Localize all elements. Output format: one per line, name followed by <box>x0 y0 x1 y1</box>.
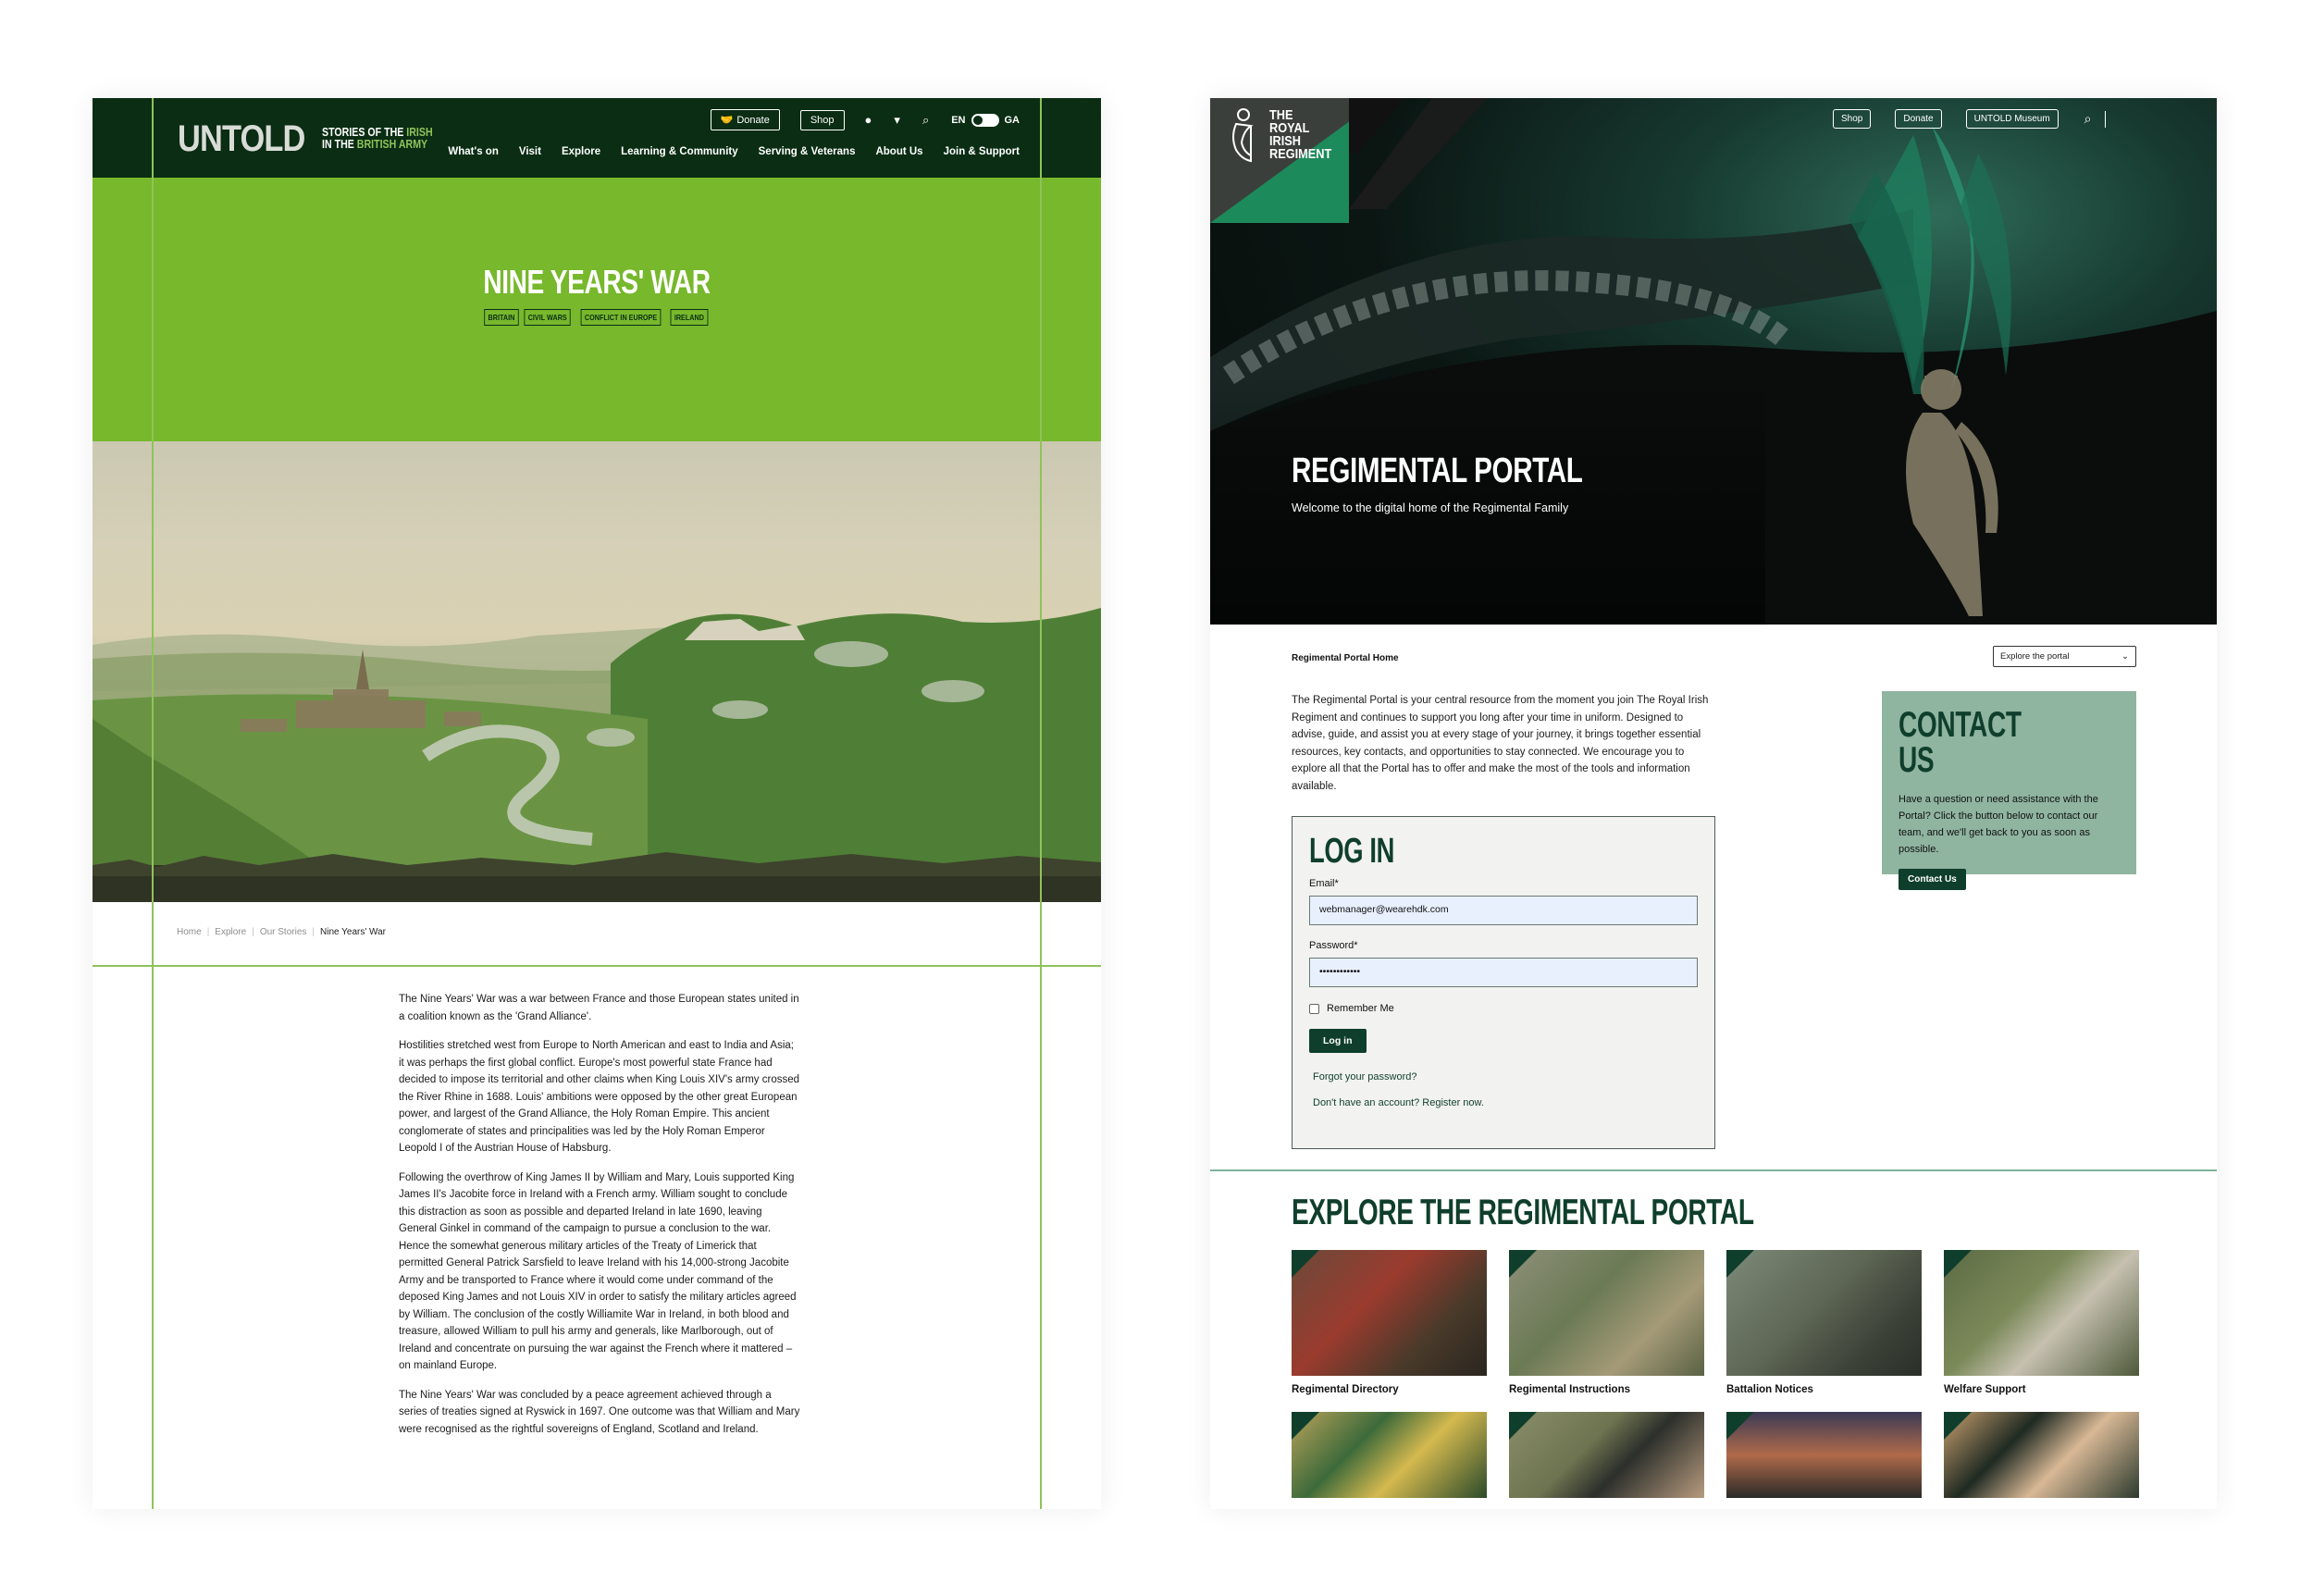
tile-image <box>1726 1412 1922 1498</box>
page-title: REGIMENTAL PORTAL <box>1292 452 1583 490</box>
breadcrumb-home[interactable]: Home <box>177 927 202 937</box>
breadcrumb-separator: | <box>206 927 210 937</box>
untold-page: UNTOLD STORIES OF THE IRISH IN THE BRITI… <box>93 98 1101 1509</box>
article-body: The Nine Years' War was a war between Fr… <box>399 991 801 1450</box>
toggle-switch[interactable] <box>971 113 999 127</box>
chevron-down-icon: ⌄ <box>2121 651 2129 662</box>
tile-battalion-notices[interactable]: Battalion Notices <box>1726 1250 1922 1395</box>
tile-label: Regimental Instructions <box>1509 1384 1630 1395</box>
topic-tags: BRITAIN CIVIL WARS CONFLICT IN EUROPE IR… <box>93 309 1101 326</box>
nav-about-us[interactable]: About Us <box>875 146 922 157</box>
portal-tiles: Regimental Directory Regimental Instruct… <box>1292 1250 2139 1498</box>
untold-logo[interactable]: UNTOLD STORIES OF THE IRISH IN THE BRITI… <box>178 118 452 159</box>
forgot-password-link[interactable]: Forgot your password? <box>1313 1071 1698 1083</box>
shop-button[interactable]: Shop <box>799 109 845 130</box>
login-title: LOG IN <box>1309 832 1395 871</box>
contact-card: CONTACT US Have a question or need assis… <box>1882 691 2136 890</box>
divider <box>2104 110 2106 128</box>
tile-row2[interactable] <box>1292 1412 1487 1498</box>
remember-me[interactable]: Remember Me <box>1309 1003 1698 1014</box>
tile-label: Regimental Directory <box>1292 1384 1399 1395</box>
contact-title: CONTACT US <box>1899 705 2022 780</box>
article-paragraph: The Nine Years' War was a war between Fr… <box>399 994 799 1022</box>
intro-text: The Regimental Portal is your central re… <box>1292 695 1709 792</box>
tag-ireland[interactable]: IRELAND <box>670 309 708 326</box>
tile-row2[interactable] <box>1944 1412 2139 1498</box>
nav-visit[interactable]: Visit <box>519 146 541 157</box>
section-divider <box>93 965 1101 967</box>
tile-row2[interactable] <box>1509 1412 1704 1498</box>
nav-learning-community[interactable]: Learning & Community <box>621 146 738 157</box>
tag-conflict-in-europe[interactable]: CONFLICT IN EUROPE <box>580 309 662 326</box>
site-header: UNTOLD STORIES OF THE IRISH IN THE BRITI… <box>93 98 1101 178</box>
tile-label: Welfare Support <box>1944 1384 2026 1395</box>
logo-tagline: STORIES OF THE IRISH IN THE BRITISH ARMY <box>321 126 433 151</box>
login-form: LOG IN Email* webmanager@wearehdk.com Pa… <box>1292 816 1715 1149</box>
contact-us-button[interactable]: Contact Us <box>1899 869 1966 890</box>
harp-crest-icon <box>1232 108 1254 163</box>
shop-button[interactable]: Shop <box>1832 109 1872 129</box>
nav-explore[interactable]: Explore <box>562 146 600 157</box>
account-icon[interactable]: ● <box>865 113 872 127</box>
nav-whats-on[interactable]: What's on <box>448 146 498 157</box>
tile-regimental-instructions[interactable]: Regimental Instructions <box>1509 1250 1704 1395</box>
logo-wordmark: UNTOLD <box>178 118 305 159</box>
tag-civil-wars[interactable]: CIVIL WARS <box>524 309 572 326</box>
utility-bar: 🤝 Donate Shop ● ▾ ⌕ EN GA <box>710 109 1020 130</box>
tile-image <box>1944 1412 2139 1498</box>
tile-image <box>1726 1250 1922 1376</box>
utility-bar: Shop Donate UNTOLD Museum ⌕ <box>1809 109 2106 129</box>
article-paragraph: The Nine Years' War was concluded by a p… <box>399 1389 800 1435</box>
explore-title: EXPLORE THE REGIMENTAL PORTAL <box>1292 1193 1754 1232</box>
search-icon[interactable]: ⌕ <box>2084 111 2092 127</box>
breadcrumb-separator: | <box>312 927 315 937</box>
main-nav: What's on Visit Explore Learning & Commu… <box>427 146 1020 157</box>
tile-label: Battalion Notices <box>1726 1384 1813 1395</box>
hero-painting <box>93 441 1101 902</box>
password-field[interactable]: •••••••••••• <box>1309 958 1698 987</box>
explore-portal-select[interactable]: Explore the portal ⌄ <box>1993 646 2136 667</box>
article-paragraph: Following the overthrow of King James II… <box>399 1171 797 1372</box>
untold-museum-button[interactable]: UNTOLD Museum <box>1965 109 2059 129</box>
tile-image <box>1509 1412 1704 1498</box>
nav-join-support[interactable]: Join & Support <box>944 146 1020 157</box>
contact-text: Have a question or need assistance with … <box>1899 794 2098 855</box>
breadcrumb-our-stories[interactable]: Our Stories <box>260 927 307 937</box>
login-button[interactable]: Log in <box>1309 1029 1367 1053</box>
tile-welfare-support[interactable]: Welfare Support <box>1944 1250 2139 1395</box>
password-label: Password* <box>1309 940 1358 951</box>
tile-image <box>1292 1412 1487 1498</box>
regimental-portal-page: THE ROYAL IRISH REGIMENT Shop Donate UNTOL… <box>1210 98 2217 1509</box>
page-title: NINE YEARS' WAR <box>483 263 711 301</box>
tile-row2[interactable] <box>1726 1412 1922 1498</box>
remember-me-checkbox[interactable] <box>1309 1003 1319 1014</box>
search-icon[interactable]: ⌕ <box>922 113 929 128</box>
donate-button[interactable]: 🤝 Donate <box>710 109 780 130</box>
section-divider <box>1210 1169 2217 1171</box>
breadcrumb-current: Nine Years' War <box>320 927 387 937</box>
basket-icon[interactable]: ▾ <box>894 113 900 128</box>
tile-regimental-directory[interactable]: Regimental Directory <box>1292 1250 1487 1395</box>
nav-serving-veterans[interactable]: Serving & Veterans <box>759 146 856 157</box>
breadcrumb: Home | Explore | Our Stories | Nine Year… <box>177 927 386 937</box>
email-field[interactable]: webmanager@wearehdk.com <box>1309 896 1698 925</box>
regiment-name: THE ROYAL IRISH REGIMENT <box>1269 107 1332 162</box>
register-link[interactable]: Don't have an account? Register now. <box>1313 1097 1698 1108</box>
breadcrumb[interactable]: Regimental Portal Home <box>1292 653 1399 663</box>
language-toggle[interactable]: EN GA <box>951 113 1020 127</box>
breadcrumb-separator: | <box>252 927 254 937</box>
tag-britain[interactable]: BRITAIN <box>484 309 519 326</box>
article-paragraph: Hostilities stretched west from Europe t… <box>399 1040 800 1154</box>
page-subtitle: Welcome to the digital home of the Regim… <box>1292 501 1569 514</box>
regiment-crest[interactable]: THE ROYAL IRISH REGIMENT <box>1227 105 1342 165</box>
donate-icon: 🤝 <box>720 115 734 126</box>
breadcrumb-explore[interactable]: Explore <box>215 927 246 937</box>
donate-button[interactable]: Donate <box>1895 109 1942 129</box>
tile-image <box>1292 1250 1487 1376</box>
tile-image <box>1509 1250 1704 1376</box>
email-label: Email* <box>1309 878 1339 889</box>
hero-image <box>1210 98 2217 625</box>
tile-image <box>1944 1250 2139 1376</box>
